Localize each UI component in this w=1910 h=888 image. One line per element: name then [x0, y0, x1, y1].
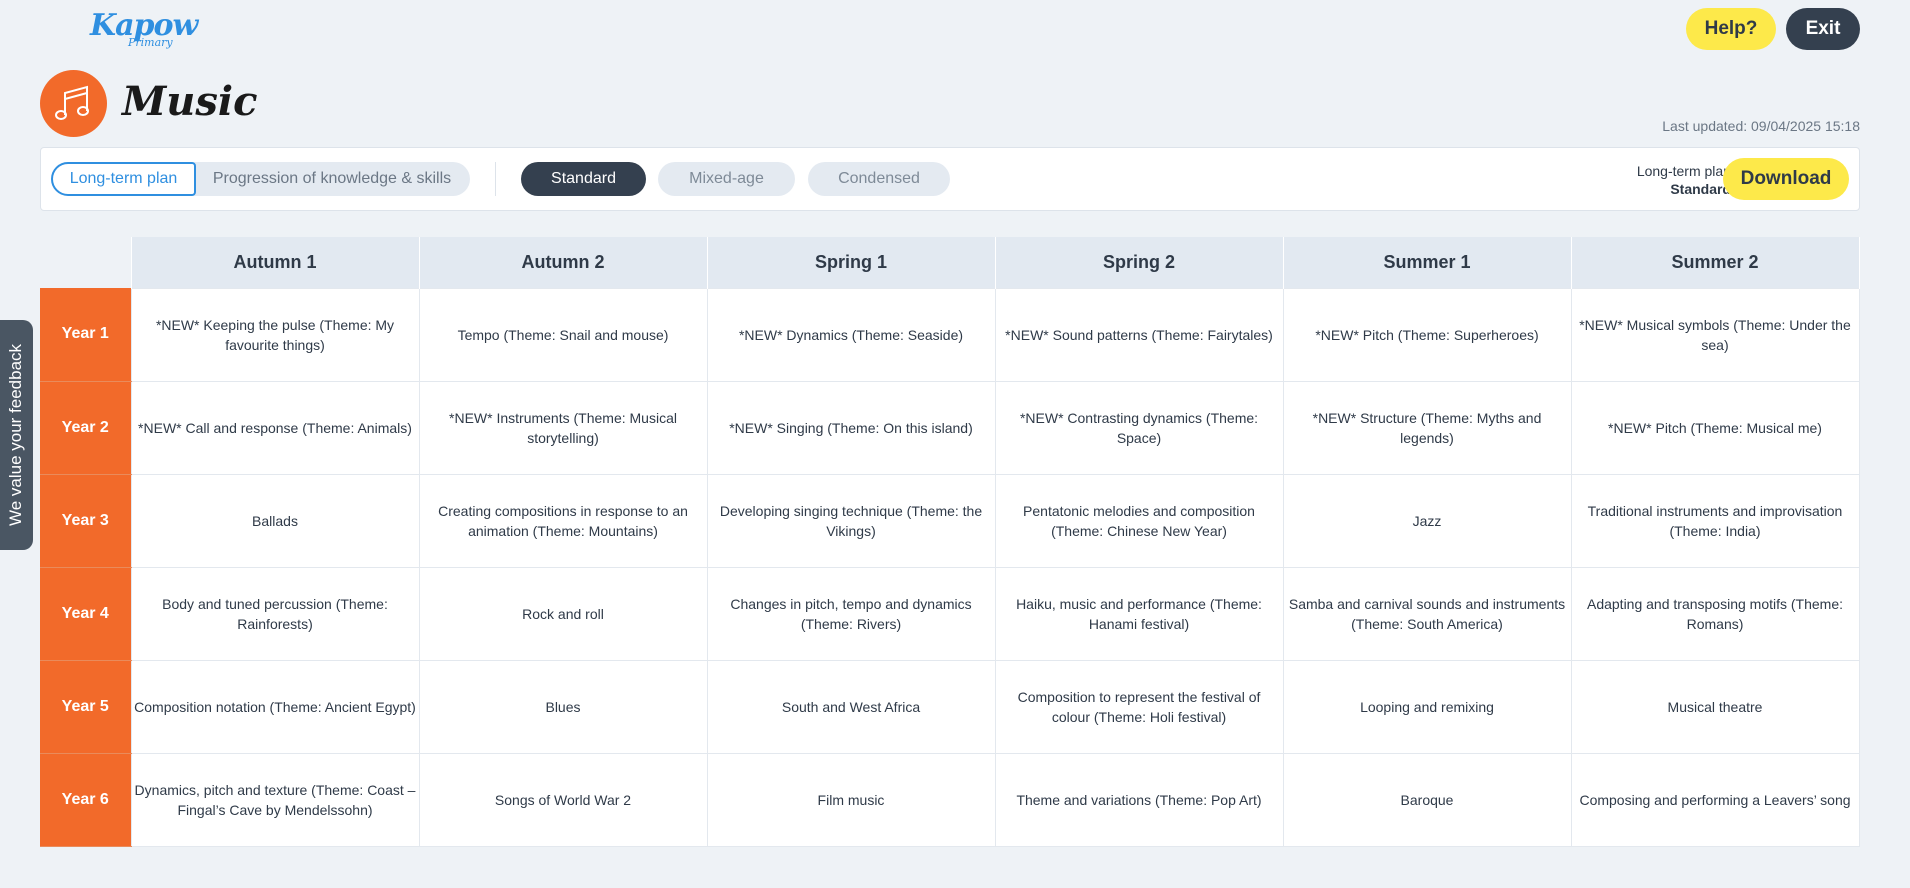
plan-toolbar: Long-term plan Progression of knowledge … [40, 147, 1860, 211]
unit-cell[interactable]: *NEW* Keeping the pulse (Theme: My favou… [130, 287, 420, 382]
unit-cell[interactable]: Tempo (Theme: Snail and mouse) [418, 287, 708, 382]
download-info-style: Standard [1670, 181, 1731, 197]
year-label: Year 2 [40, 381, 131, 475]
music-notes-icon [40, 70, 107, 137]
unit-cell[interactable]: Creating compositions in response to an … [418, 473, 708, 568]
unit-cell[interactable]: *NEW* Singing (Theme: On this island) [706, 380, 996, 475]
year-label: Year 5 [40, 660, 131, 754]
unit-cell[interactable]: *NEW* Structure (Theme: Myths and legend… [1282, 380, 1572, 475]
last-updated-text: Last updated: 09/04/2025 15:18 [1662, 118, 1860, 134]
unit-cell[interactable]: Body and tuned percussion (Theme: Rainfo… [130, 566, 420, 661]
unit-cell[interactable]: *NEW* Sound patterns (Theme: Fairytales) [994, 287, 1284, 382]
unit-cell[interactable]: Theme and variations (Theme: Pop Art) [994, 752, 1284, 847]
unit-cell[interactable]: Looping and remixing [1282, 659, 1572, 754]
unit-cell[interactable]: Rock and roll [418, 566, 708, 661]
unit-cell[interactable]: Songs of World War 2 [418, 752, 708, 847]
year-label: Year 1 [40, 288, 131, 382]
page-title: Music [122, 78, 258, 125]
unit-cell[interactable]: Traditional instruments and improvisatio… [1570, 473, 1860, 568]
term-header: Summer 2 [1570, 237, 1860, 288]
unit-cell[interactable]: Ballads [130, 473, 420, 568]
unit-cell[interactable]: Jazz [1282, 473, 1572, 568]
logo-sub-text: Primary [128, 36, 173, 49]
unit-cell[interactable]: Dynamics, pitch and texture (Theme: Coas… [130, 752, 420, 847]
unit-cell[interactable]: *NEW* Pitch (Theme: Musical me) [1570, 380, 1860, 475]
year-label: Year 4 [40, 567, 131, 661]
feedback-label: We value your feedback [6, 343, 26, 527]
unit-cell[interactable]: *NEW* Instruments (Theme: Musical storyt… [418, 380, 708, 475]
table-row: Year 3 Ballads Creating compositions in … [40, 473, 1860, 568]
table-row: Year 5 Composition notation (Theme: Anci… [40, 659, 1860, 754]
style-mixed-age-button[interactable]: Mixed-age [658, 162, 795, 196]
term-header: Autumn 1 [130, 237, 420, 288]
unit-cell[interactable]: Adapting and transposing motifs (Theme: … [1570, 566, 1860, 661]
year-label: Year 3 [40, 474, 131, 568]
download-info-plan: Long-term plan [1636, 163, 1731, 179]
unit-cell[interactable]: Baroque [1282, 752, 1572, 847]
unit-cell[interactable]: Film music [706, 752, 996, 847]
feedback-tab[interactable]: We value your feedback [0, 320, 33, 550]
style-standard-button[interactable]: Standard [521, 162, 646, 196]
unit-cell[interactable]: Composing and performing a Leavers’ song [1570, 752, 1860, 847]
unit-cell[interactable]: Composition notation (Theme: Ancient Egy… [130, 659, 420, 754]
help-button[interactable]: Help? [1686, 8, 1776, 50]
table-corner [40, 237, 131, 288]
unit-cell[interactable]: South and West Africa [706, 659, 996, 754]
kapow-logo[interactable]: Kapow Primary [88, 6, 198, 52]
unit-cell[interactable]: Changes in pitch, tempo and dynamics (Th… [706, 566, 996, 661]
unit-cell[interactable]: *NEW* Call and response (Theme: Animals) [130, 380, 420, 475]
table-row: Year 4 Body and tuned percussion (Theme:… [40, 566, 1860, 661]
unit-cell[interactable]: *NEW* Contrasting dynamics (Theme: Space… [994, 380, 1284, 475]
download-info: Long-term plan Standard [1637, 162, 1731, 198]
unit-cell[interactable]: Blues [418, 659, 708, 754]
term-header: Summer 1 [1282, 237, 1572, 288]
tab-progression[interactable]: Progression of knowledge & skills [194, 162, 470, 196]
year-label: Year 6 [40, 753, 131, 847]
term-header: Spring 1 [706, 237, 996, 288]
unit-cell[interactable]: *NEW* Musical symbols (Theme: Under the … [1570, 287, 1860, 382]
unit-cell[interactable]: Developing singing technique (Theme: the… [706, 473, 996, 568]
toolbar-divider [495, 162, 496, 196]
unit-cell[interactable]: Composition to represent the festival of… [994, 659, 1284, 754]
unit-cell[interactable]: Musical theatre [1570, 659, 1860, 754]
table-row: Year 6 Dynamics, pitch and texture (Them… [40, 752, 1860, 847]
table-row: Year 2 *NEW* Call and response (Theme: A… [40, 380, 1860, 475]
tab-long-term-plan[interactable]: Long-term plan [51, 162, 196, 196]
unit-cell[interactable]: Samba and carnival sounds and instrument… [1282, 566, 1572, 661]
unit-cell[interactable]: *NEW* Dynamics (Theme: Seaside) [706, 287, 996, 382]
term-header: Autumn 2 [418, 237, 708, 288]
download-button[interactable]: Download [1723, 158, 1849, 200]
long-term-plan-table: Autumn 1 Autumn 2 Spring 1 Spring 2 Summ… [40, 237, 1860, 847]
unit-cell[interactable]: *NEW* Pitch (Theme: Superheroes) [1282, 287, 1572, 382]
unit-cell[interactable]: Pentatonic melodies and composition (The… [994, 473, 1284, 568]
exit-button[interactable]: Exit [1786, 8, 1860, 50]
table-row: Year 1 *NEW* Keeping the pulse (Theme: M… [40, 287, 1860, 382]
table-header-row: Autumn 1 Autumn 2 Spring 1 Spring 2 Summ… [40, 237, 1860, 288]
style-condensed-button[interactable]: Condensed [808, 162, 950, 196]
unit-cell[interactable]: Haiku, music and performance (Theme: Han… [994, 566, 1284, 661]
term-header: Spring 2 [994, 237, 1284, 288]
